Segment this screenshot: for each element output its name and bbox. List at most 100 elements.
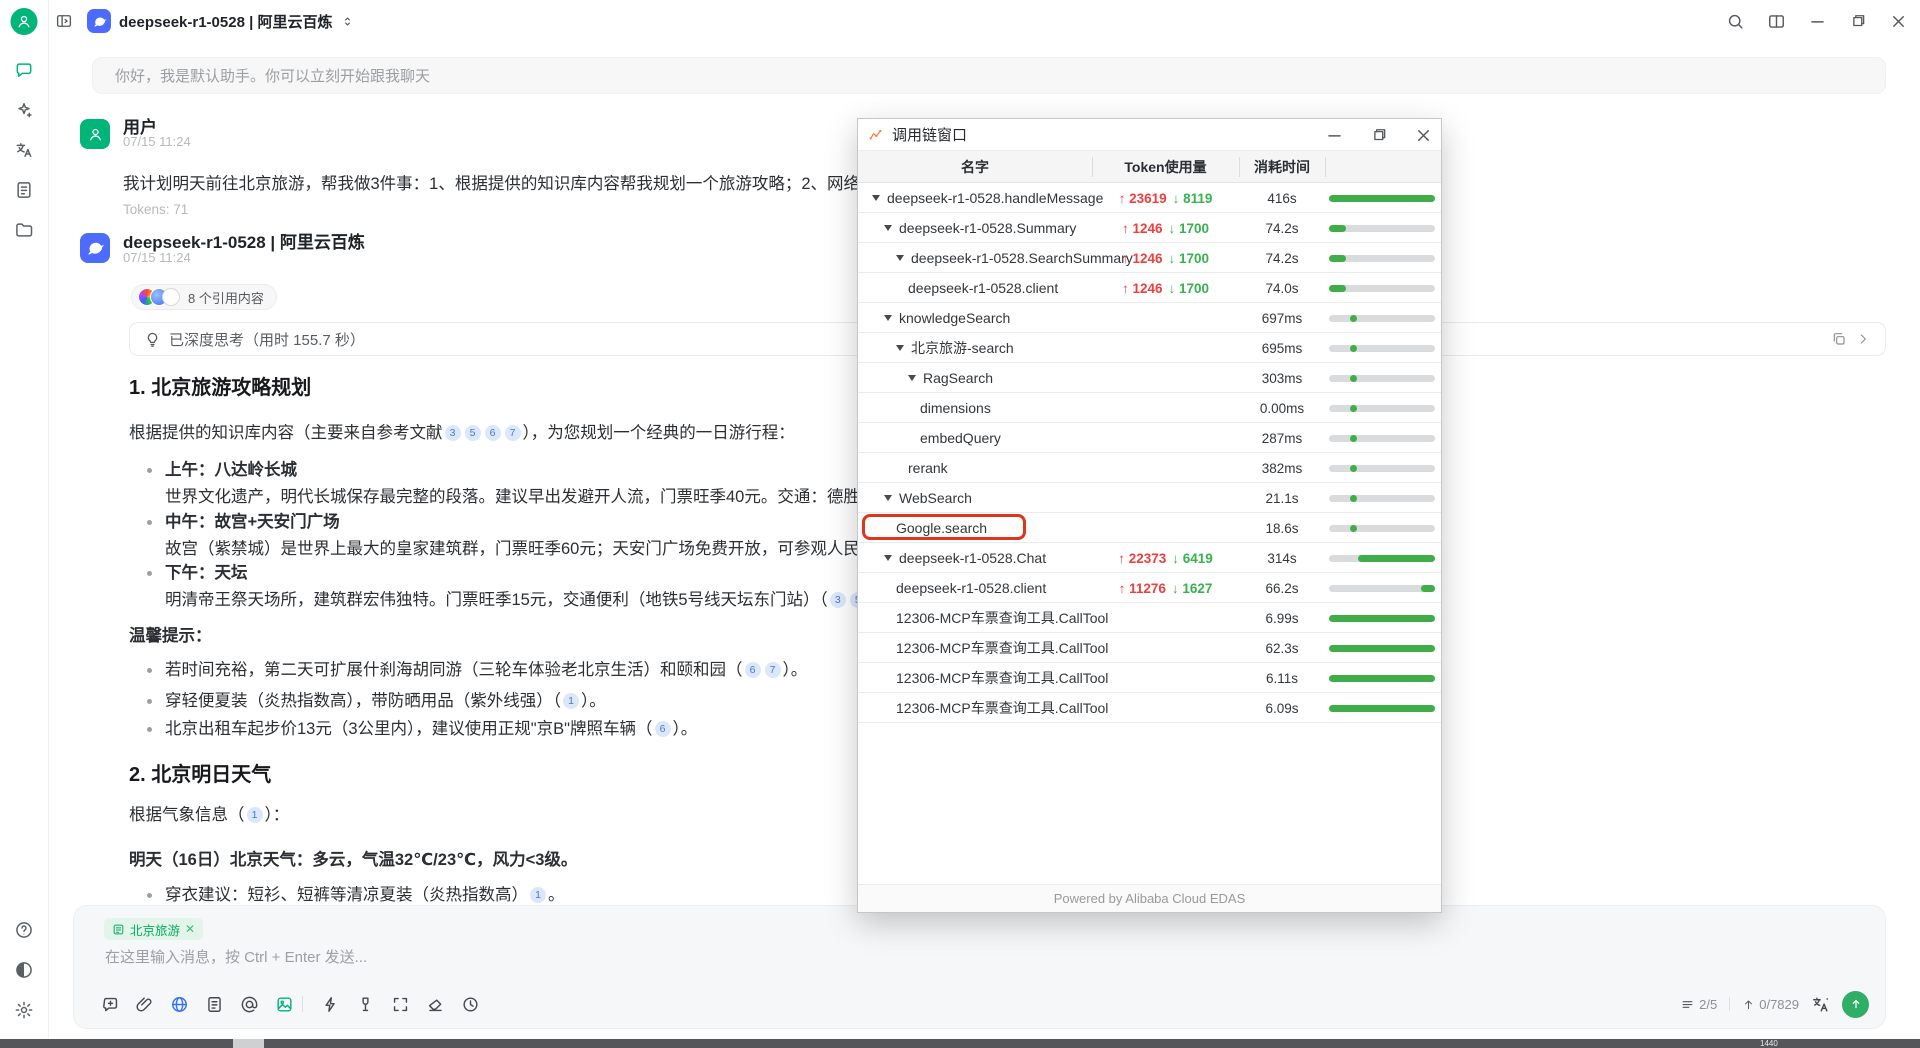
trace-row[interactable]: dimensions0.00ms <box>858 393 1441 423</box>
citation-badge[interactable]: 3 <box>445 425 461 441</box>
trace-row-name: 12306-MCP车票查询工具.CallTool <box>896 603 1108 633</box>
history-icon[interactable] <box>460 994 480 1014</box>
trace-row[interactable]: deepseek-r1-0528.Summary↑ 1246↓ 170074.2… <box>858 213 1441 243</box>
trace-row-time: 6.99s <box>1239 603 1325 633</box>
layout-icon[interactable] <box>1767 12 1786 31</box>
sidebar-item-settings-icon[interactable] <box>14 1000 34 1020</box>
sidebar-item-sparkle-icon[interactable] <box>14 100 34 120</box>
trace-row[interactable]: embedQuery287ms <box>858 423 1441 453</box>
trace-row[interactable]: deepseek-r1-0528.handleMessage↑ 23619↓ 8… <box>858 183 1441 213</box>
minimize-icon[interactable] <box>1808 12 1827 31</box>
knowledge-tag[interactable]: 北京旅游 ✕ <box>104 918 203 940</box>
citations-pill[interactable]: 8 个引用内容 <box>131 284 277 310</box>
text-run: 根据提供的知识库内容（主要来自参考文献 <box>129 424 443 442</box>
sidebar-item-theme-icon[interactable] <box>14 960 34 980</box>
sidebar-item-user-avatar-icon[interactable] <box>11 8 38 35</box>
trace-row[interactable]: rerank382ms <box>858 453 1441 483</box>
attachment-icon[interactable] <box>134 994 154 1014</box>
close-icon[interactable] <box>1889 12 1908 31</box>
trace-row-time: 21.1s <box>1239 483 1325 513</box>
expand-caret-icon[interactable] <box>884 225 892 231</box>
trace-row[interactable]: RagSearch303ms <box>858 363 1441 393</box>
mention-icon[interactable] <box>239 994 259 1014</box>
search-icon[interactable] <box>1726 12 1745 31</box>
citation-badge[interactable]: 6 <box>655 721 671 737</box>
title-bar: deepseek-r1-0528 | 阿里云百炼 <box>0 0 1920 42</box>
trace-row[interactable]: deepseek-r1-0528.SearchSummary↑ 1246↓ 17… <box>858 243 1441 273</box>
expand-caret-icon[interactable] <box>884 555 892 561</box>
trace-row[interactable]: 12306-MCP车票查询工具.CallTool6.11s <box>858 663 1441 693</box>
trace-row[interactable]: WebSearch 21.1s <box>858 483 1441 513</box>
text-run: 明清帝王祭天场所，建筑群宏伟独特。门票旺季15元，交通便利（地铁5号线天坛东门站… <box>165 591 828 609</box>
web-search-icon[interactable] <box>169 994 189 1014</box>
expand-caret-icon[interactable] <box>908 375 916 381</box>
citation-badge[interactable]: 6 <box>485 425 501 441</box>
citation-badge[interactable]: 1 <box>247 807 263 823</box>
citation-badge[interactable]: 6 <box>745 662 761 678</box>
sidebar-item-notes-icon[interactable] <box>14 180 34 200</box>
trace-row[interactable]: 12306-MCP车票查询工具.CallTool6.09s <box>858 693 1441 723</box>
user-avatar <box>80 119 110 149</box>
trace-row-name: RagSearch <box>908 363 993 393</box>
trace-row[interactable]: deepseek-r1-0528.client↑ 11276↓ 162766.2… <box>858 573 1441 603</box>
trace-row[interactable]: 12306-MCP车票查询工具.CallTool62.3s <box>858 633 1441 663</box>
trace-maximize-icon[interactable] <box>1370 126 1388 144</box>
trace-row[interactable]: 12306-MCP车票查询工具.CallTool 6.99s <box>858 603 1441 633</box>
list-item: 若时间充裕，第二天可扩展什刹海胡同游（三轮车体验老北京生活）和颐和园（67）。 <box>165 658 807 682</box>
trace-row[interactable]: deepseek-r1-0528.client↑ 1246↓ 170074.0s <box>858 273 1441 303</box>
document-icon[interactable] <box>204 994 224 1014</box>
text-run: 。 <box>548 886 565 904</box>
trace-row-duration-bar <box>1329 675 1435 682</box>
expand-caret-icon[interactable] <box>896 255 904 261</box>
sidebar-item-folder-icon[interactable] <box>14 220 34 240</box>
sidebar-item-help-icon[interactable] <box>14 920 34 940</box>
text-run: 温馨提示： <box>129 627 212 645</box>
citation-badge[interactable]: 1 <box>530 887 546 903</box>
trace-close-icon[interactable] <box>1414 126 1433 145</box>
prompt-icon[interactable] <box>355 994 375 1014</box>
maximize-icon[interactable] <box>1849 12 1867 30</box>
trace-row[interactable]: deepseek-r1-0528.Chat↑ 22373↓ 6419314s <box>858 543 1441 573</box>
message-composer[interactable]: 北京旅游 ✕ 在这里输入消息，按 Ctrl + Enter 发送... 2/5 … <box>73 905 1886 1029</box>
chevron-right-icon[interactable] <box>1855 331 1871 347</box>
list-item: 穿衣建议：短衫、短裤等清凉夏装（炎热指数高）1。 <box>165 883 565 907</box>
expand-caret-icon[interactable] <box>896 345 904 351</box>
lightning-icon[interactable] <box>320 994 340 1014</box>
list-item: 下午：天坛 <box>165 561 248 585</box>
trace-row[interactable]: 北京旅游-search695ms <box>858 333 1441 363</box>
trace-row-time: 287ms <box>1239 423 1325 453</box>
trace-row-time: 74.2s <box>1239 213 1325 243</box>
trace-row-time: 66.2s <box>1239 573 1325 603</box>
expand-caret-icon[interactable] <box>884 315 892 321</box>
citation-badge[interactable]: 3 <box>830 592 846 608</box>
tag-close-icon[interactable]: ✕ <box>185 922 195 936</box>
copy-icon[interactable] <box>1831 331 1847 347</box>
expand-caret-icon[interactable] <box>872 195 880 201</box>
trace-row-duration-bar <box>1329 255 1435 262</box>
citation-badge[interactable]: 1 <box>563 693 579 709</box>
citation-badge[interactable]: 7 <box>505 425 521 441</box>
image-icon[interactable] <box>274 994 294 1014</box>
trace-row-name: rerank <box>908 453 948 483</box>
expand-caret-icon[interactable] <box>884 495 892 501</box>
message-plus-icon[interactable] <box>100 994 120 1014</box>
text-run: ）。 <box>581 692 606 710</box>
trace-minimize-icon[interactable] <box>1325 126 1344 145</box>
translate-toggle-icon[interactable] <box>1811 995 1830 1014</box>
sidebar-item-translate-icon[interactable] <box>14 140 34 160</box>
trace-row[interactable]: knowledgeSearch697ms <box>858 303 1441 333</box>
trace-row[interactable]: Google.search18.6s <box>858 513 1441 543</box>
trace-window-titlebar[interactable]: 调用链窗口 <box>858 119 1441 151</box>
citation-badge[interactable]: 5 <box>465 425 481 441</box>
paragraph: 根据气象信息（1）： <box>129 803 289 827</box>
text-run: 上午：八达岭长城 <box>165 461 297 479</box>
eraser-icon[interactable] <box>425 994 445 1014</box>
collapse-sidebar-icon[interactable] <box>55 12 73 30</box>
citation-badge[interactable]: 7 <box>765 662 781 678</box>
fullscreen-icon[interactable] <box>390 994 410 1014</box>
model-selector[interactable]: deepseek-r1-0528 | 阿里云百炼 <box>87 9 355 33</box>
send-button[interactable] <box>1842 991 1869 1018</box>
message-input[interactable]: 在这里输入消息，按 Ctrl + Enter 发送... <box>105 946 367 967</box>
sidebar-item-chat-icon[interactable] <box>14 60 34 80</box>
trace-row-name: WebSearch <box>884 483 972 513</box>
